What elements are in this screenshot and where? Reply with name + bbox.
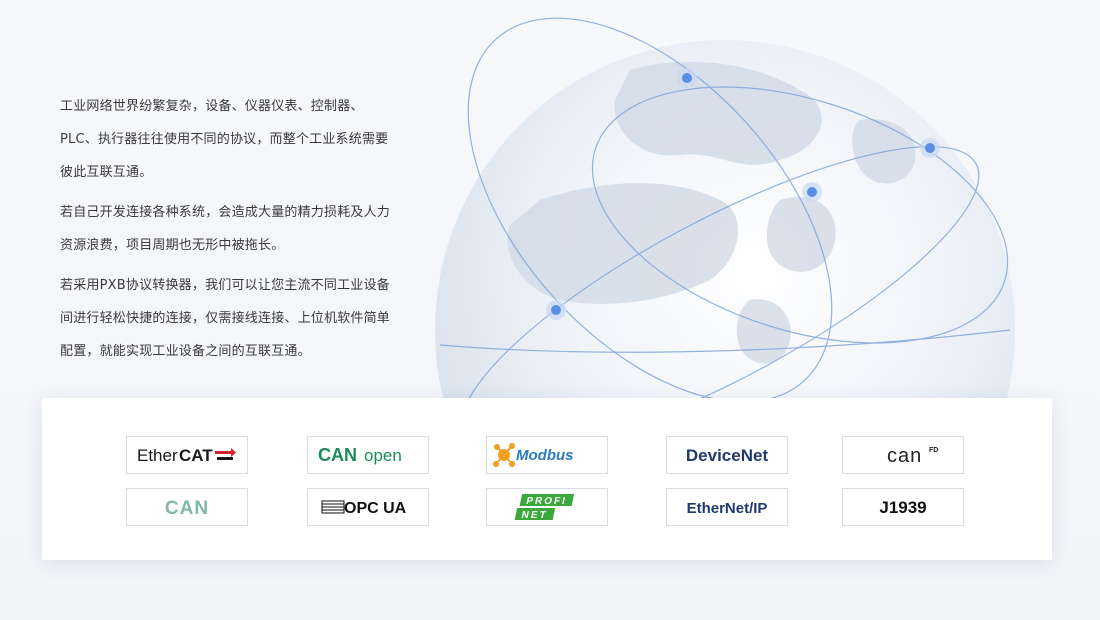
modbus-molecule-icon bbox=[493, 443, 515, 467]
devicenet-text: DeviceNet bbox=[686, 446, 769, 465]
profinet-text-a: PROFI bbox=[525, 496, 568, 507]
logo-ethernetip: EtherNet/IP bbox=[666, 488, 788, 526]
intro-paragraph-1: 工业网络世界纷繁复杂，设备、仪器仪表、控制器、PLC、执行器往往使用不同的协议，… bbox=[60, 99, 389, 180]
node-1 bbox=[682, 73, 692, 83]
opcua-text: OPC UA bbox=[344, 500, 407, 517]
logo-profinet: PROFI NET bbox=[486, 488, 608, 526]
profinet-text-b: NET bbox=[520, 510, 548, 521]
canopen-text-a: CAN bbox=[318, 445, 357, 465]
logo-modbus: Modbus bbox=[486, 436, 608, 474]
ethercat-arrow-icon bbox=[215, 448, 236, 460]
logo-can: CAN bbox=[126, 488, 248, 526]
j1939-text: J1939 bbox=[879, 498, 926, 517]
protocol-logo-panel: Ether CAT CAN open Modbus DeviceNet can … bbox=[42, 398, 1052, 560]
logo-j1939: J1939 bbox=[842, 488, 964, 526]
globe-illustration bbox=[420, 0, 1100, 420]
logo-canfd: can FD bbox=[842, 436, 964, 474]
intro-paragraph-2: 若自己开发连接各种系统，会造成大量的精力损耗及人力资源浪费，项目周期也无形中被拖… bbox=[60, 205, 391, 253]
modbus-text: Modbus bbox=[516, 447, 574, 464]
logo-ethercat: Ether CAT bbox=[126, 436, 248, 474]
intro-text: 工业网络世界纷繁复杂，设备、仪器仪表、控制器、PLC、执行器往往使用不同的协议，… bbox=[60, 90, 390, 375]
can-text: CAN bbox=[165, 498, 209, 519]
node-4 bbox=[551, 305, 561, 315]
opcua-flag-icon bbox=[321, 500, 345, 514]
canfd-text: can bbox=[887, 445, 922, 467]
canopen-text-b: open bbox=[364, 446, 402, 465]
logo-opcua: OPC UA bbox=[307, 488, 429, 526]
node-2 bbox=[925, 143, 935, 153]
ethercat-text-a: Ether bbox=[137, 446, 178, 465]
ethernetip-text: EtherNet/IP bbox=[687, 500, 768, 517]
node-3 bbox=[807, 187, 817, 197]
intro-paragraph-3: 若采用PXB协议转换器，我们可以让您主流不同工业设备间进行轻松快捷的连接，仅需接… bbox=[60, 278, 391, 359]
ethercat-text-b: CAT bbox=[179, 446, 213, 465]
logo-devicenet: DeviceNet bbox=[666, 436, 788, 474]
canfd-sup: FD bbox=[929, 447, 938, 454]
logo-canopen: CAN open bbox=[307, 436, 429, 474]
